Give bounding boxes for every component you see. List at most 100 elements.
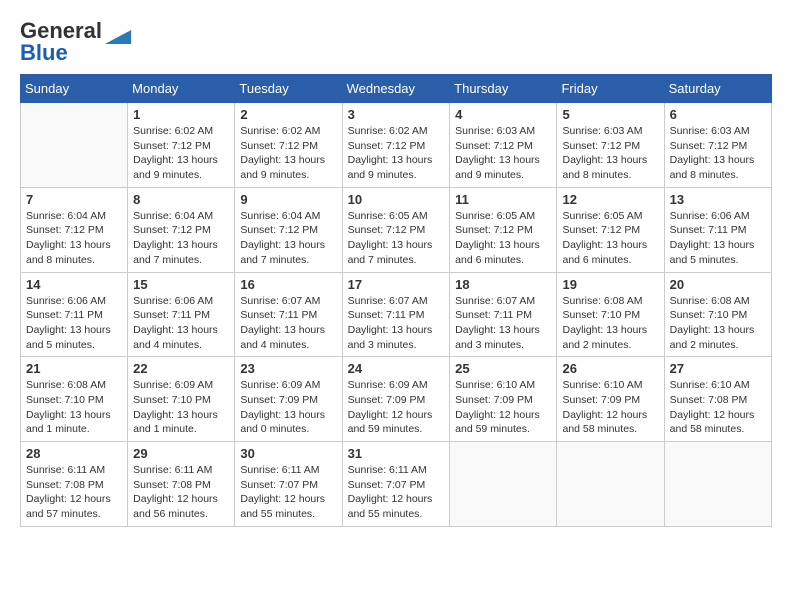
day-number: 4 (455, 107, 551, 122)
calendar-cell: 5Sunrise: 6:03 AM Sunset: 7:12 PM Daylig… (557, 103, 664, 188)
day-info: Sunrise: 6:02 AM Sunset: 7:12 PM Dayligh… (240, 124, 336, 183)
day-number: 3 (348, 107, 445, 122)
day-info: Sunrise: 6:08 AM Sunset: 7:10 PM Dayligh… (562, 294, 658, 353)
logo: GeneralBlue (20, 20, 132, 64)
calendar-cell (664, 442, 771, 527)
day-info: Sunrise: 6:10 AM Sunset: 7:09 PM Dayligh… (562, 378, 658, 437)
day-number: 12 (562, 192, 658, 207)
day-number: 17 (348, 277, 445, 292)
day-info: Sunrise: 6:05 AM Sunset: 7:12 PM Dayligh… (562, 209, 658, 268)
calendar-cell: 31 Sunrise: 6:11 AM Sunset: 7:07 PM Dayli… (342, 442, 450, 527)
logo-icon (104, 30, 132, 44)
calendar-cell: 23Sunrise: 6:09 AM Sunset: 7:09 PM Dayli… (235, 357, 342, 442)
calendar-cell: 15 Sunrise: 6:06 AM Sunset: 7:11 PM Dayli… (128, 272, 235, 357)
day-number: 30 (240, 446, 336, 461)
calendar-cell (450, 442, 557, 527)
day-number: 18 (455, 277, 551, 292)
day-info: Sunrise: 6:03 AM Sunset: 7:12 PM Dayligh… (670, 124, 766, 183)
calendar-cell (557, 442, 664, 527)
day-header-friday: Friday (557, 75, 664, 103)
day-number: 28 (26, 446, 122, 461)
day-header-wednesday: Wednesday (342, 75, 450, 103)
day-number: 15 (133, 277, 229, 292)
day-number: 1 (133, 107, 229, 122)
calendar-cell: 2 Sunrise: 6:02 AM Sunset: 7:12 PM Daylig… (235, 103, 342, 188)
day-number: 27 (670, 361, 766, 376)
calendar-cell: 21Sunrise: 6:08 AM Sunset: 7:10 PM Dayli… (21, 357, 128, 442)
day-info: Sunrise: 6:11 AM Sunset: 7:07 PM Dayligh… (240, 463, 336, 522)
day-info: Sunrise: 6:06 AM Sunset: 7:11 PM Dayligh… (133, 294, 229, 353)
logo-text: GeneralBlue (20, 20, 102, 64)
day-number: 13 (670, 192, 766, 207)
day-info: Sunrise: 6:04 AM Sunset: 7:12 PM Dayligh… (133, 209, 229, 268)
day-info: Sunrise: 6:03 AM Sunset: 7:12 PM Dayligh… (562, 124, 658, 183)
calendar-cell: 29Sunrise: 6:11 AM Sunset: 7:08 PM Dayli… (128, 442, 235, 527)
calendar-cell: 17 Sunrise: 6:07 AM Sunset: 7:11 PM Dayli… (342, 272, 450, 357)
day-info: Sunrise: 6:02 AM Sunset: 7:12 PM Dayligh… (348, 124, 445, 183)
calendar-cell: 3 Sunrise: 6:02 AM Sunset: 7:12 PM Daylig… (342, 103, 450, 188)
calendar-cell: 14 Sunrise: 6:06 AM Sunset: 7:11 PM Dayli… (21, 272, 128, 357)
day-number: 26 (562, 361, 658, 376)
calendar-cell: 20 Sunrise: 6:08 AM Sunset: 7:10 PM Dayli… (664, 272, 771, 357)
calendar-cell: 16 Sunrise: 6:07 AM Sunset: 7:11 PM Dayli… (235, 272, 342, 357)
day-info: Sunrise: 6:09 AM Sunset: 7:10 PM Dayligh… (133, 378, 229, 437)
day-number: 14 (26, 277, 122, 292)
day-number: 16 (240, 277, 336, 292)
calendar-table: SundayMondayTuesdayWednesdayThursdayFrid… (20, 74, 772, 527)
day-header-sunday: Sunday (21, 75, 128, 103)
calendar-cell: 24Sunrise: 6:09 AM Sunset: 7:09 PM Dayli… (342, 357, 450, 442)
calendar-cell: 30 Sunrise: 6:11 AM Sunset: 7:07 PM Dayli… (235, 442, 342, 527)
calendar-cell: 18Sunrise: 6:07 AM Sunset: 7:11 PM Dayli… (450, 272, 557, 357)
day-number: 20 (670, 277, 766, 292)
day-info: Sunrise: 6:08 AM Sunset: 7:10 PM Dayligh… (26, 378, 122, 437)
day-header-thursday: Thursday (450, 75, 557, 103)
calendar-cell: 6 Sunrise: 6:03 AM Sunset: 7:12 PM Daylig… (664, 103, 771, 188)
day-number: 7 (26, 192, 122, 207)
day-info: Sunrise: 6:07 AM Sunset: 7:11 PM Dayligh… (240, 294, 336, 353)
calendar-header-row: SundayMondayTuesdayWednesdayThursdayFrid… (21, 75, 772, 103)
day-info: Sunrise: 6:10 AM Sunset: 7:09 PM Dayligh… (455, 378, 551, 437)
day-header-tuesday: Tuesday (235, 75, 342, 103)
day-info: Sunrise: 6:04 AM Sunset: 7:12 PM Dayligh… (26, 209, 122, 268)
calendar-cell: 12 Sunrise: 6:05 AM Sunset: 7:12 PM Dayli… (557, 187, 664, 272)
day-info: Sunrise: 6:09 AM Sunset: 7:09 PM Dayligh… (348, 378, 445, 437)
day-number: 31 (348, 446, 445, 461)
day-info: Sunrise: 6:06 AM Sunset: 7:11 PM Dayligh… (26, 294, 122, 353)
day-number: 11 (455, 192, 551, 207)
day-info: Sunrise: 6:07 AM Sunset: 7:11 PM Dayligh… (348, 294, 445, 353)
calendar-cell: 26 Sunrise: 6:10 AM Sunset: 7:09 PM Dayli… (557, 357, 664, 442)
calendar-week-row: 7 Sunrise: 6:04 AM Sunset: 7:12 PM Daylig… (21, 187, 772, 272)
day-info: Sunrise: 6:02 AM Sunset: 7:12 PM Dayligh… (133, 124, 229, 183)
calendar-cell (21, 103, 128, 188)
day-number: 9 (240, 192, 336, 207)
day-info: Sunrise: 6:03 AM Sunset: 7:12 PM Dayligh… (455, 124, 551, 183)
day-number: 23 (240, 361, 336, 376)
calendar-cell: 8 Sunrise: 6:04 AM Sunset: 7:12 PM Daylig… (128, 187, 235, 272)
calendar-cell: 27 Sunrise: 6:10 AM Sunset: 7:08 PM Dayli… (664, 357, 771, 442)
page-header: GeneralBlue (20, 20, 772, 64)
calendar-cell: 22Sunrise: 6:09 AM Sunset: 7:10 PM Dayli… (128, 357, 235, 442)
day-info: Sunrise: 6:10 AM Sunset: 7:08 PM Dayligh… (670, 378, 766, 437)
calendar-cell: 11Sunrise: 6:05 AM Sunset: 7:12 PM Dayli… (450, 187, 557, 272)
logo-blue: Blue (20, 40, 68, 65)
day-info: Sunrise: 6:04 AM Sunset: 7:12 PM Dayligh… (240, 209, 336, 268)
calendar-cell: 4 Sunrise: 6:03 AM Sunset: 7:12 PM Daylig… (450, 103, 557, 188)
day-number: 19 (562, 277, 658, 292)
calendar-cell: 1 Sunrise: 6:02 AM Sunset: 7:12 PM Daylig… (128, 103, 235, 188)
day-info: Sunrise: 6:11 AM Sunset: 7:08 PM Dayligh… (133, 463, 229, 522)
calendar-week-row: 21Sunrise: 6:08 AM Sunset: 7:10 PM Dayli… (21, 357, 772, 442)
day-info: Sunrise: 6:11 AM Sunset: 7:08 PM Dayligh… (26, 463, 122, 522)
day-number: 2 (240, 107, 336, 122)
day-header-saturday: Saturday (664, 75, 771, 103)
calendar-cell: 13 Sunrise: 6:06 AM Sunset: 7:11 PM Dayli… (664, 187, 771, 272)
calendar-cell: 10 Sunrise: 6:05 AM Sunset: 7:12 PM Dayli… (342, 187, 450, 272)
day-number: 8 (133, 192, 229, 207)
day-number: 10 (348, 192, 445, 207)
day-info: Sunrise: 6:05 AM Sunset: 7:12 PM Dayligh… (348, 209, 445, 268)
day-info: Sunrise: 6:08 AM Sunset: 7:10 PM Dayligh… (670, 294, 766, 353)
day-number: 6 (670, 107, 766, 122)
day-info: Sunrise: 6:06 AM Sunset: 7:11 PM Dayligh… (670, 209, 766, 268)
day-info: Sunrise: 6:11 AM Sunset: 7:07 PM Dayligh… (348, 463, 445, 522)
calendar-cell: 25 Sunrise: 6:10 AM Sunset: 7:09 PM Dayli… (450, 357, 557, 442)
day-number: 25 (455, 361, 551, 376)
